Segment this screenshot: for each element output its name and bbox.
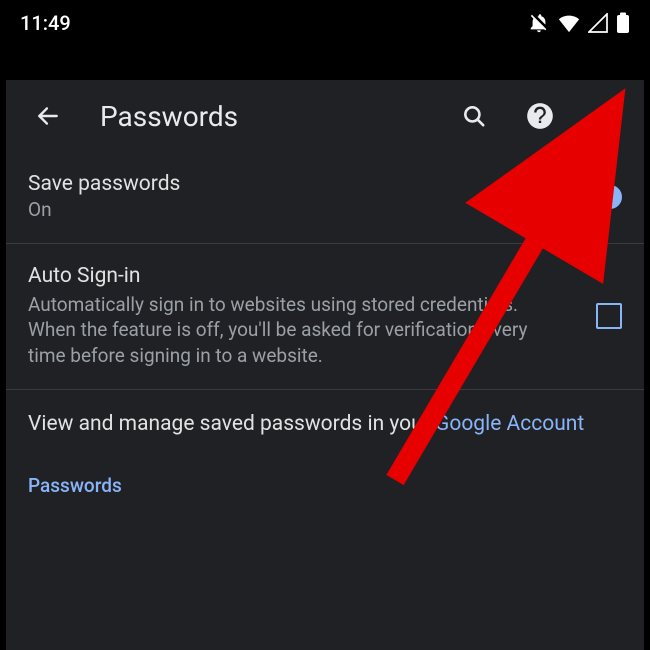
auto-signin-checkbox[interactable] (596, 303, 622, 329)
wifi-icon (558, 13, 580, 33)
cellular-icon (588, 13, 608, 33)
back-button[interactable] (24, 92, 72, 140)
setting-label: Auto Sign-in (28, 264, 580, 288)
app-bar: Passwords (6, 80, 644, 152)
battery-icon (616, 12, 630, 34)
app-content: Passwords Save passwords On Auto (6, 80, 644, 650)
google-account-link[interactable]: Google Account (435, 412, 584, 436)
setting-label: Save passwords (28, 172, 562, 196)
save-passwords-setting[interactable]: Save passwords On (6, 152, 644, 244)
arrow-left-icon (35, 103, 61, 129)
help-icon (526, 102, 554, 130)
search-icon (461, 103, 487, 129)
status-icons (528, 12, 630, 34)
search-button[interactable] (450, 92, 498, 140)
check-icon (599, 306, 619, 326)
clock-text: 11:49 (20, 11, 71, 35)
more-options-button[interactable] (582, 92, 630, 140)
help-button[interactable] (516, 92, 564, 140)
notification-off-icon (528, 12, 550, 34)
auto-signin-setting[interactable]: Auto Sign-in Automatically sign in to we… (6, 244, 644, 390)
passwords-section-header: Passwords (6, 448, 644, 507)
manage-passwords-note: View and manage saved passwords in your … (6, 390, 644, 448)
more-vert-icon (594, 104, 618, 128)
page-title: Passwords (100, 100, 432, 133)
save-passwords-toggle[interactable] (578, 183, 622, 211)
setting-state: On (28, 198, 562, 223)
status-bar: 11:49 (0, 0, 650, 46)
setting-description: Automatically sign in to websites using … (28, 292, 528, 369)
